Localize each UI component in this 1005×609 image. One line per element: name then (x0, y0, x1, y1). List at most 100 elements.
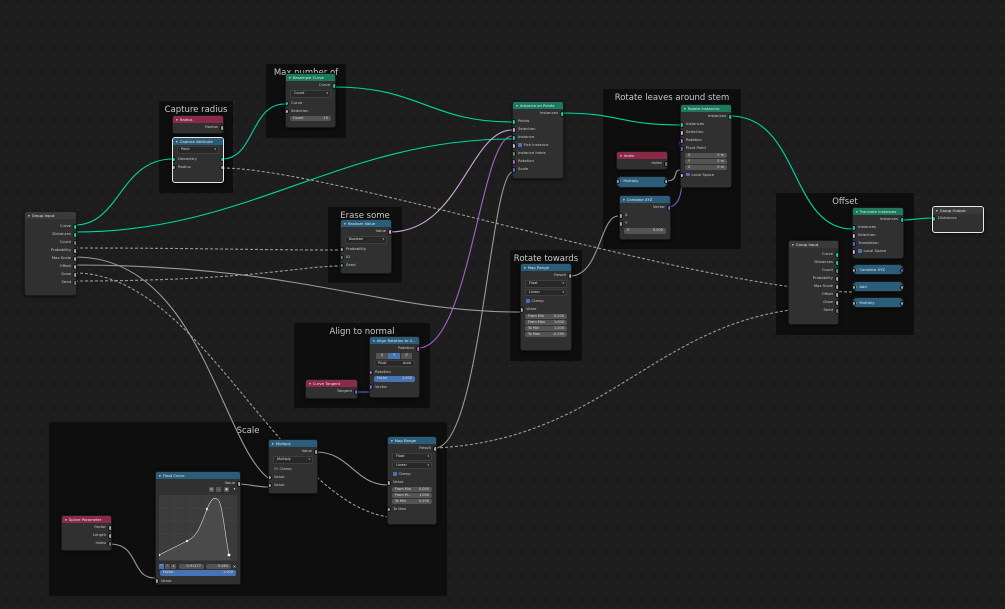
socket[interactable] (834, 268, 838, 274)
socket[interactable] (432, 446, 436, 452)
checkbox-icon[interactable] (858, 249, 862, 253)
index-node[interactable]: ▾ Index Index (616, 151, 668, 170)
input-rotation[interactable]: Rotation (513, 157, 563, 165)
interpolation-dropdown[interactable]: Linear ▾ (525, 288, 567, 296)
socket[interactable] (663, 179, 667, 185)
socket[interactable] (156, 578, 160, 584)
to-min-field[interactable]: To Min 0.200 (392, 498, 432, 504)
to-max-field[interactable]: To Max -0.290 (525, 331, 567, 337)
curve-mapping-widget[interactable] (159, 495, 237, 561)
axis-y-toggle[interactable]: Y (388, 353, 401, 359)
socket[interactable] (899, 284, 903, 290)
checkbox-icon[interactable] (518, 143, 522, 147)
group-input-node[interactable]: ▾ Group Input Curve Distances Count Proba… (24, 211, 77, 296)
multiply-scale-node[interactable]: ▾ Multiply Value Multiply ▾ Clamp Value Va… (268, 439, 318, 494)
input-instances[interactable]: Instances (681, 120, 731, 128)
point-x-field[interactable]: 0.91177 (179, 563, 204, 569)
socket[interactable] (681, 146, 685, 152)
interpolation-dropdown[interactable]: Linear ▾ (392, 461, 432, 469)
socket[interactable] (521, 307, 525, 313)
node-header[interactable]: ▾ Group Input (789, 241, 838, 248)
output-offset[interactable]: Offset (789, 290, 838, 298)
output-instances[interactable]: Instances (853, 215, 903, 223)
node-header[interactable]: › Combine XYZ (853, 265, 903, 274)
socket[interactable] (513, 135, 517, 141)
vector-handle-icon[interactable]: ⌃ (165, 563, 170, 569)
socket[interactable] (72, 272, 76, 278)
socket[interactable] (219, 156, 223, 163)
socket[interactable] (286, 108, 290, 115)
free-handle-icon[interactable]: ∧ (171, 563, 176, 569)
socket[interactable] (834, 308, 838, 314)
type-dropdown[interactable]: Float ▾ (392, 453, 432, 461)
operation-dropdown[interactable]: Multiply ▾ (273, 456, 313, 464)
pivot-z-field[interactable]: Z 0 m (685, 164, 727, 170)
point-y-field[interactable]: 0.084 (206, 563, 231, 569)
socket[interactable] (72, 240, 76, 246)
socket[interactable] (513, 143, 517, 149)
input-selection[interactable]: Selection (853, 231, 903, 239)
pivot-dropdown[interactable]: Pivot Auto (374, 359, 415, 367)
socket[interactable] (899, 217, 903, 223)
socket[interactable] (834, 276, 838, 282)
radius-node[interactable]: ▾ Radius Radius (172, 115, 224, 134)
type-dropdown[interactable]: Float ▾ (525, 280, 567, 288)
node-header[interactable]: ▾ Radius (173, 116, 223, 123)
input-geometry[interactable]: Geometry (173, 155, 223, 163)
domain-dropdown[interactable]: Point ▾ (177, 146, 219, 154)
output-tangent[interactable]: Tangent (306, 387, 357, 395)
node-header[interactable]: › Add (853, 282, 903, 291)
random-value-node[interactable]: ▾ Random Value Value Boolean ▾ Probability… (340, 219, 392, 274)
socket[interactable] (286, 100, 290, 107)
socket[interactable] (370, 369, 374, 376)
node-header[interactable]: ▾ Map Range (521, 264, 571, 271)
socket[interactable] (219, 164, 223, 171)
socket[interactable] (107, 533, 111, 539)
socket[interactable] (173, 164, 177, 171)
checkbox-icon[interactable] (526, 299, 530, 303)
socket[interactable] (341, 254, 345, 261)
count-field[interactable]: Count 10 (290, 115, 331, 121)
socket[interactable] (341, 262, 345, 269)
socket[interactable] (415, 346, 419, 352)
input-instance-index[interactable]: Instance Index (513, 149, 563, 157)
map-range-scale-node[interactable]: ▾ Map Range Result Float ▾ Linear ▾ Clamp V… (387, 436, 437, 525)
socket[interactable] (663, 161, 667, 167)
output-seed[interactable]: Seed (789, 306, 838, 314)
spline-parameter-node[interactable]: ▾ Spline Parameter Factor Length Index (61, 515, 112, 551)
socket[interactable] (834, 284, 838, 290)
align-rotation-node[interactable]: ▾ Align Rotation to V... Rotation X Y Z P… (369, 336, 420, 398)
clamp-checkbox[interactable]: Clamp (521, 297, 571, 305)
multiply-offset-collapsed-node[interactable]: › Multiply (852, 297, 904, 308)
rotate-instances-node[interactable]: ▾ Rotate Instances Instances Instances Se… (680, 104, 732, 188)
socket[interactable] (353, 389, 357, 395)
output-radius[interactable]: Radius (173, 123, 223, 131)
input-probability[interactable]: Probability (341, 245, 391, 253)
local-space-checkbox[interactable]: Local Space (853, 247, 903, 255)
socket[interactable] (620, 221, 624, 227)
socket[interactable] (559, 111, 563, 117)
input-instance[interactable]: Instance (513, 133, 563, 141)
from-min-field[interactable]: From Min 0.200 (525, 313, 567, 319)
input-value[interactable]: Value (521, 305, 571, 313)
instance-on-points-node[interactable]: ▾ Instance on Points Instances Points Sel… (512, 101, 564, 179)
input-points[interactable]: Points (513, 117, 563, 125)
output-result[interactable]: Result (388, 444, 436, 452)
input-instances[interactable]: Instances (853, 223, 903, 231)
socket[interactable] (72, 248, 76, 254)
tools-icon[interactable]: ● (224, 487, 229, 492)
node-editor-canvas[interactable]: Max number of branches Capture radius Er… (0, 0, 1005, 609)
z-field[interactable]: Z 0.000 (624, 228, 666, 234)
socket[interactable] (620, 213, 624, 219)
combine-xyz-collapsed-node[interactable]: › Combine XYZ (852, 264, 904, 275)
output-distances[interactable]: Distances (25, 230, 76, 238)
output-probability[interactable]: Probability (789, 274, 838, 282)
output-index[interactable]: Index (617, 159, 667, 167)
output-instances[interactable]: Instances (513, 109, 563, 117)
socket[interactable] (681, 122, 685, 128)
input-scale[interactable]: Scale (513, 165, 563, 173)
output-instances[interactable]: Instances (681, 112, 731, 120)
output-vector[interactable]: Vector (620, 203, 670, 211)
socket[interactable] (899, 300, 903, 306)
checkbox-icon[interactable] (686, 172, 690, 177)
